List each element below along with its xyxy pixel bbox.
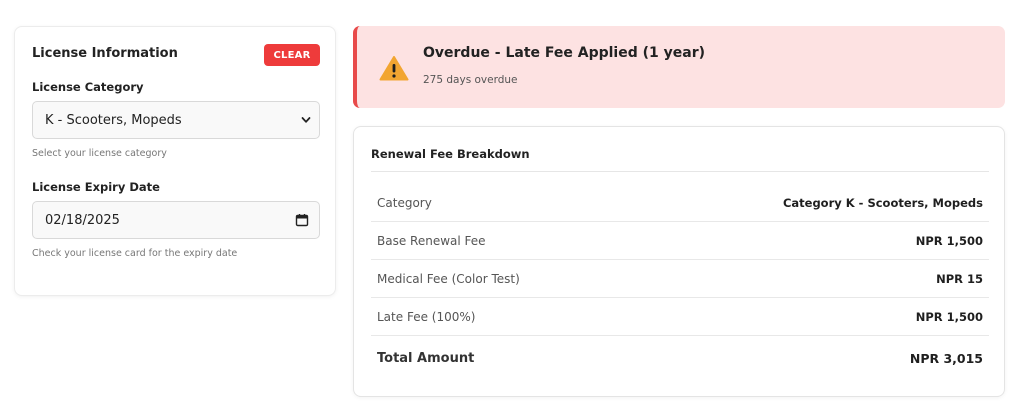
- clear-button[interactable]: CLEAR: [264, 44, 320, 66]
- fee-row-label: Category: [377, 196, 432, 210]
- total-amount-label: Total Amount: [377, 350, 475, 366]
- license-expiry-hint: Check your license card for the expiry d…: [32, 248, 238, 259]
- license-expiry-date-input[interactable]: 02/18/2025: [32, 201, 320, 239]
- fee-row-label: Medical Fee (Color Test): [377, 272, 520, 286]
- alert-subtitle: 275 days overdue: [423, 74, 518, 86]
- fee-divider: [371, 171, 989, 172]
- license-category-value: K - Scooters, Mopeds: [45, 112, 182, 128]
- license-information-card: License Information CLEAR License Catego…: [14, 26, 336, 296]
- fee-row-value: NPR 1,500: [915, 234, 983, 248]
- fee-row-category: Category Category K - Scooters, Mopeds: [371, 185, 989, 222]
- fee-row-value: NPR 15: [936, 272, 983, 286]
- fee-row-total: Total Amount NPR 3,015: [371, 337, 989, 379]
- calendar-icon[interactable]: [295, 213, 309, 227]
- total-amount-value: NPR 3,015: [909, 350, 983, 366]
- license-category-hint: Select your license category: [32, 148, 167, 159]
- overdue-alert: Overdue - Late Fee Applied (1 year) 275 …: [353, 26, 1005, 108]
- warning-icon: [379, 56, 409, 81]
- chevron-down-icon: [301, 117, 311, 123]
- license-expiry-value: 02/18/2025: [45, 212, 120, 228]
- fee-row-medical: Medical Fee (Color Test) NPR 15: [371, 261, 989, 298]
- fee-row-value: NPR 1,500: [915, 310, 983, 324]
- alert-title: Overdue - Late Fee Applied (1 year): [423, 45, 706, 61]
- fee-row-base-renewal: Base Renewal Fee NPR 1,500: [371, 223, 989, 260]
- renewal-fee-breakdown-card: Renewal Fee Breakdown Category Category …: [353, 126, 1005, 397]
- fee-breakdown-title: Renewal Fee Breakdown: [371, 147, 530, 161]
- license-category-label: License Category: [32, 80, 144, 94]
- fee-row-late-fee: Late Fee (100%) NPR 1,500: [371, 299, 989, 336]
- license-category-select[interactable]: K - Scooters, Mopeds: [32, 101, 320, 139]
- fee-row-label: Late Fee (100%): [377, 310, 476, 324]
- license-expiry-label: License Expiry Date: [32, 180, 160, 194]
- license-information-title: License Information: [32, 46, 178, 61]
- fee-row-value: Category K - Scooters, Mopeds: [782, 196, 983, 210]
- fee-row-label: Base Renewal Fee: [377, 234, 486, 248]
